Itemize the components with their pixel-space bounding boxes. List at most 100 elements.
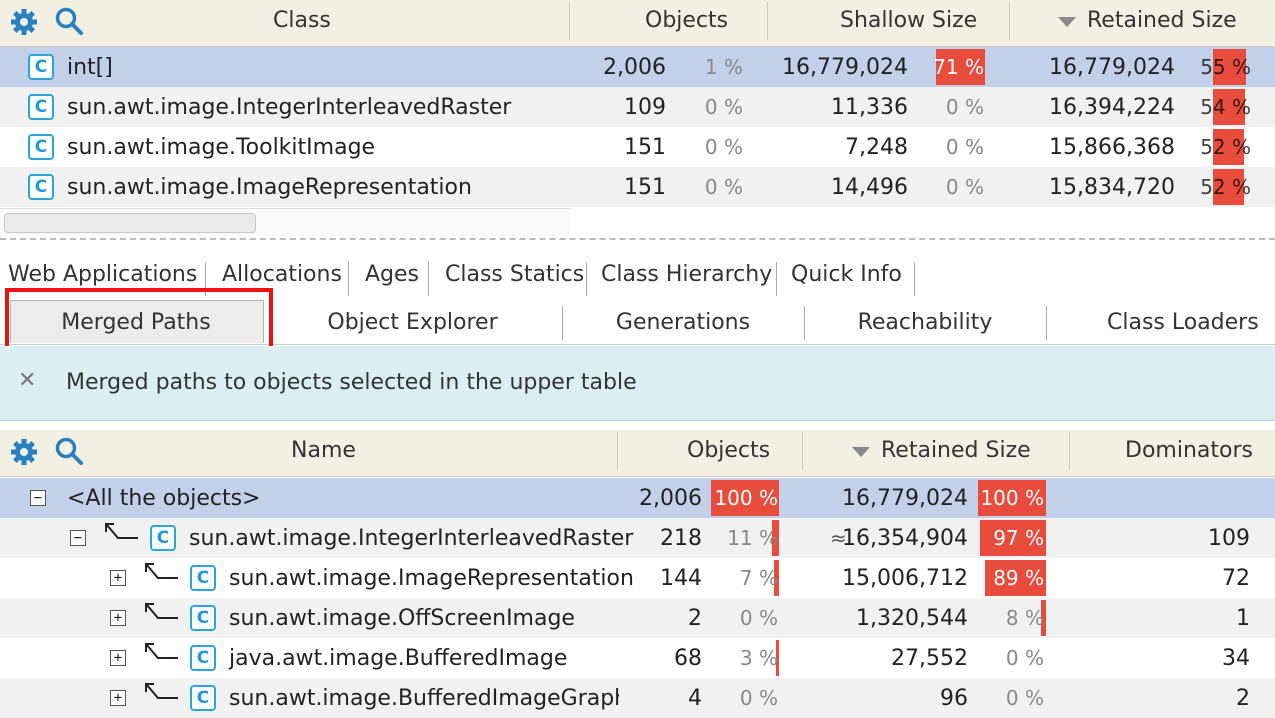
retained-size: 96 [940,686,968,711]
tab-web-applications[interactable]: Web Applications [8,262,197,287]
node-name: java.awt.image.BufferedImage [229,646,568,671]
retained-percent: 97 % [993,526,1044,550]
objects-count: 2 [688,606,702,631]
retained-percent: 100 % [980,486,1044,510]
retained-percent: 52 % [1200,135,1251,159]
column-header-dominators[interactable]: Dominators [1125,438,1253,463]
tab-ages[interactable]: Ages [365,262,419,287]
retained-percent: 0 % [1005,646,1044,670]
column-separator[interactable] [1009,2,1010,40]
objects-percent: 3 % [739,646,778,670]
expand-toggle[interactable]: + [110,570,126,586]
retained-size: 16,394,224 [1049,95,1175,120]
sort-descending-icon [852,447,870,457]
retained-percent: 52 % [1200,175,1251,199]
shallow-size: 16,779,024 [782,55,908,80]
tab-class-hierarchy[interactable]: Class Hierarchy [601,262,772,287]
objects-count: 2,006 [603,55,666,80]
tab-quick-info[interactable]: Quick Info [791,262,902,287]
objects-percent: 1 % [704,55,743,79]
class-icon: C [190,565,216,591]
shallow-percent: 0 % [945,175,984,199]
node-name: sun.awt.image.OffScreenImage [229,606,575,631]
class-name: int[] [67,55,113,80]
gear-icon[interactable] [10,438,38,466]
table-row[interactable]: C sun.awt.image.ImageRepresentation [0,167,570,207]
upper-table-header: Class Objects Shallow Size Retained Size [0,0,1275,47]
close-icon[interactable]: ✕ [18,368,36,393]
info-banner: ✕ Merged paths to objects selected in th… [0,346,1275,421]
table-row[interactable]: C sun.awt.image.IntegerInterleavedRaster [0,87,570,127]
tab-allocations[interactable]: Allocations [222,262,342,287]
tree-row[interactable]: + C sun.awt.image.OffScreenImage 2 0 % 1… [0,598,1275,638]
dominators-count: 72 [1222,566,1250,591]
class-icon: C [190,645,216,671]
column-header-retained-size[interactable]: Retained Size [881,438,1031,463]
table-row-values[interactable]: 151 0 % 14,496 0 % 15,834,720 52 % [570,167,1275,207]
collapse-toggle[interactable]: − [30,490,46,506]
tree-row[interactable]: − C sun.awt.image.IntegerInterleavedRast… [0,518,1275,558]
column-header-class[interactable]: Class [273,8,331,33]
reference-arrow-icon [145,563,178,579]
objects-percent: 0 % [704,95,743,119]
class-name: sun.awt.image.IntegerInterleavedRaster [67,95,512,120]
shallow-size: 14,496 [831,175,908,200]
objects-count: 218 [660,526,702,551]
objects-percent: 7 % [739,566,778,590]
expand-toggle[interactable]: + [110,650,126,666]
objects-count: 68 [674,646,702,671]
expand-toggle[interactable]: + [110,690,126,706]
tree-row[interactable]: + C java.awt.image.BufferedImage 68 3 % … [0,638,1275,678]
tab-generations[interactable]: Generations [563,310,803,335]
tab-reachability[interactable]: Reachability [805,310,1045,335]
tree-row[interactable]: + C sun.awt.image.BufferedImageGraphic 4… [0,678,1275,718]
objects-percent: 0 % [739,686,778,710]
dominators-count: 1 [1236,606,1250,631]
tab-class-statics[interactable]: Class Statics [445,262,584,287]
split-pane-divider[interactable] [0,238,1275,248]
reference-arrow-icon [105,523,138,539]
column-header-objects[interactable]: Objects [645,8,728,33]
objects-count: 151 [624,175,666,200]
search-icon[interactable] [54,6,84,36]
gear-icon[interactable] [10,8,38,36]
scrollbar-thumb[interactable] [4,213,256,233]
column-separator[interactable] [767,2,768,40]
tree-row[interactable]: + C sun.awt.image.ImageRepresentation 14… [0,558,1275,598]
column-header-shallow-size[interactable]: Shallow Size [840,8,977,33]
tab-separator [428,262,429,296]
class-icon: C [190,605,216,631]
column-separator[interactable] [617,432,618,470]
column-header-retained-size[interactable]: Retained Size [1087,8,1237,33]
class-icon: C [150,525,176,551]
node-name: sun.awt.image.ImageRepresentation [229,566,634,591]
retained-size: 16,779,024 [1049,55,1175,80]
column-separator[interactable] [1069,432,1070,470]
column-header-name[interactable]: Name [291,438,356,463]
retained-percent: 8 % [1005,606,1044,630]
retained-percent: 89 % [993,566,1044,590]
node-name: sun.awt.image.IntegerInterleavedRaster [189,526,634,551]
tab-class-loaders[interactable]: Class Loaders [1047,310,1275,335]
column-header-objects[interactable]: Objects [687,438,770,463]
shallow-percent: 0 % [945,95,984,119]
collapse-toggle[interactable]: − [70,530,86,546]
table-row[interactable]: C int[] 2,006 1 % 16,779,024 71 % 16,779… [0,47,1275,87]
retained-percent: 54 % [1200,95,1251,119]
expand-toggle[interactable]: + [110,610,126,626]
search-icon[interactable] [54,436,84,466]
column-separator[interactable] [802,432,803,470]
table-row[interactable]: C sun.awt.image.ToolkitImage 151 0 % 7,2… [0,127,1275,167]
tab-separator [914,262,915,296]
column-separator[interactable] [569,2,570,40]
class-name: sun.awt.image.ImageRepresentation [67,175,472,200]
objects-percent: 0 % [704,135,743,159]
objects-count: 2,006 [639,486,702,511]
reference-arrow-icon [145,683,178,699]
tree-row[interactable]: − <All the objects> 2,006 100 % 16,779,0… [0,478,1275,518]
table-row-values[interactable]: 109 0 % 11,336 0 % 16,394,224 54 % [570,87,1275,127]
retained-size: 16,354,904 [842,526,968,551]
tab-object-explorer[interactable]: Object Explorer [290,310,535,335]
objects-percent: 100 % [714,486,778,510]
objects-count: 4 [688,686,702,711]
